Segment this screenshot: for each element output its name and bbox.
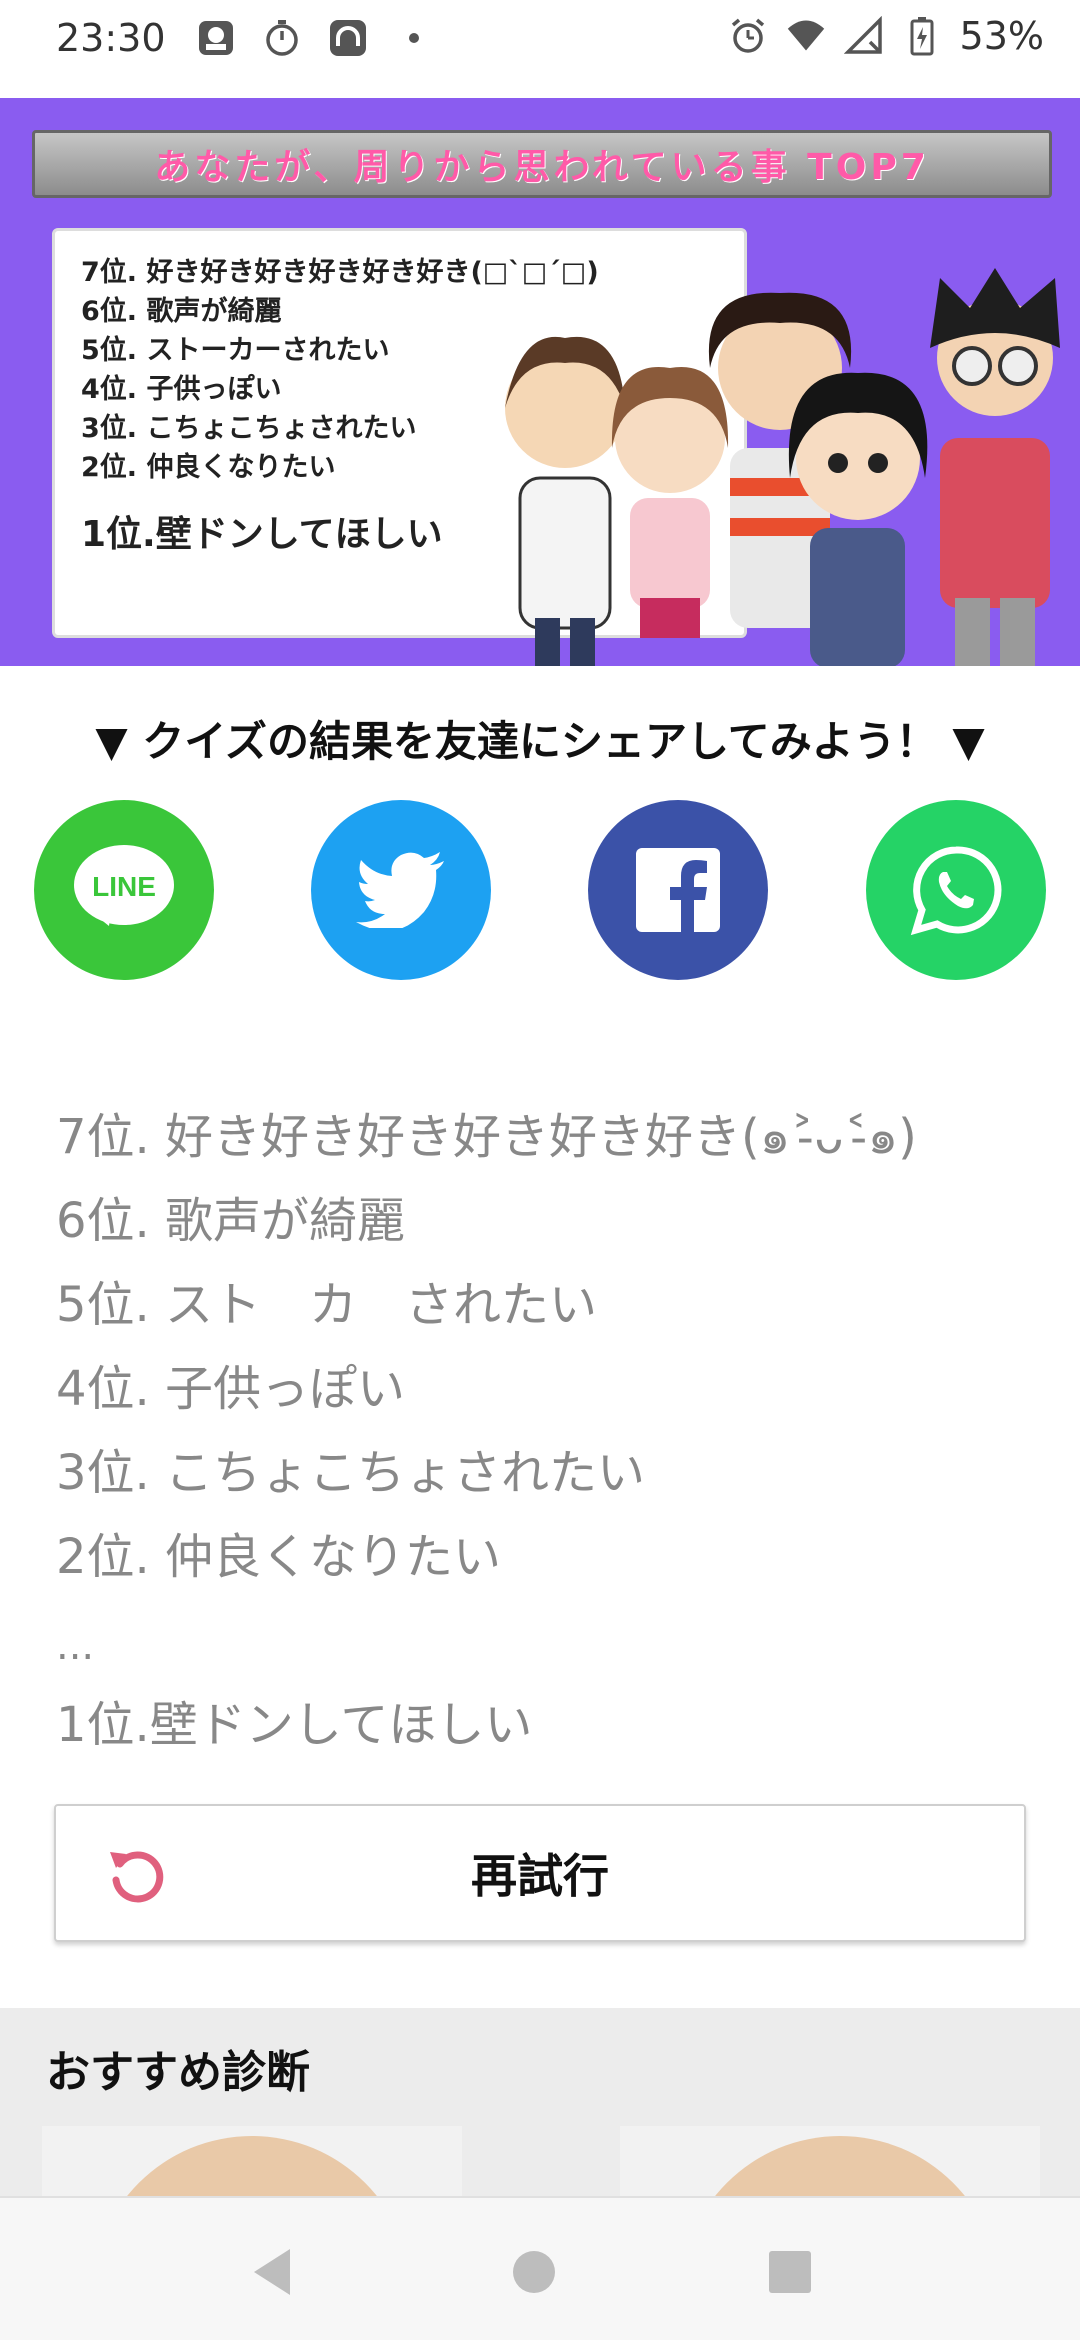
rank-1: 1位.壁ドンしてほしい — [56, 1697, 533, 1753]
recommended-item-thumbnail[interactable] — [620, 2126, 1040, 2196]
recommended-item-thumbnail[interactable] — [42, 2126, 462, 2196]
result-hero-image: あなたが、周りから思われている事 TOP7 7位. 好き好き好き好き好き好き(□… — [0, 98, 1080, 666]
whatsapp-icon — [910, 846, 1002, 936]
recents-square-icon — [769, 2251, 811, 2293]
status-time: 23:30 — [56, 16, 166, 60]
app-icon — [196, 18, 236, 58]
facebook-icon — [636, 848, 720, 932]
signal-icon — [843, 16, 884, 56]
line-icon: LINE — [74, 845, 174, 926]
navigation-bar — [0, 2196, 1080, 2340]
dot-icon — [394, 18, 434, 58]
battery-percent: 53% — [959, 14, 1044, 58]
whatsapp-share-button[interactable] — [866, 800, 1046, 980]
rank-2: 2位. 仲良くなりたい — [56, 1529, 502, 1585]
rank-4: 4位. 子供っぽい — [56, 1361, 406, 1417]
share-heading: ▼ クイズの結果を友達にシェアしてみよう！ ▼ — [95, 717, 985, 766]
hero-characters-illustration — [505, 268, 1060, 666]
alarm-icon — [728, 16, 768, 56]
rank-ellipsis: ... — [56, 1623, 95, 1669]
line-share-button[interactable]: LINE — [34, 800, 214, 980]
rank-3: 3位. こちょこちょされたい — [56, 1445, 646, 1501]
retry-label: 再試行 — [471, 1849, 609, 1903]
rank-5: 5位. スト カ されたい — [56, 1277, 598, 1333]
home-circle-icon — [513, 2251, 555, 2293]
facebook-share-button[interactable] — [588, 800, 768, 980]
line-icon-label: LINE — [92, 871, 156, 902]
status-icons-left — [196, 18, 434, 58]
rank-6: 6位. 歌声が綺麗 — [56, 1193, 406, 1249]
battery-icon — [902, 16, 942, 56]
timer-icon — [262, 18, 302, 58]
share-buttons: LINE — [34, 800, 1046, 980]
recents-button[interactable] — [760, 2242, 820, 2302]
recommended-face-image — [92, 2136, 412, 2196]
back-triangle-icon — [254, 2249, 290, 2295]
retry-button[interactable]: 再試行 — [54, 1804, 1026, 1942]
home-button[interactable] — [504, 2242, 564, 2302]
status-bar: 23:30 53% — [0, 0, 1080, 96]
twitter-icon — [356, 852, 444, 928]
recommended-face-image — [680, 2136, 1000, 2196]
recommended-title: おすすめ診断 — [46, 2047, 310, 2098]
rank-7: 7位. 好き好き好き好き好き好き(๑˃̵ᴗ˂̵๑) — [56, 1109, 917, 1165]
headset-app-icon — [328, 18, 368, 58]
recommended-section: おすすめ診断 — [0, 2008, 1080, 2196]
ranking-list: 7位. 好き好き好き好き好き好き(๑˃̵ᴗ˂̵๑) 6位. 歌声が綺麗 5位. … — [56, 1102, 1036, 1774]
twitter-share-button[interactable] — [311, 800, 491, 980]
back-button[interactable] — [242, 2242, 302, 2302]
hero-title: あなたが、周りから思われている事 TOP7 — [154, 147, 930, 188]
wifi-icon — [786, 16, 826, 56]
hero-title-bar: あなたが、周りから思われている事 TOP7 — [32, 130, 1052, 198]
status-icons-right: 53% — [728, 14, 1044, 58]
